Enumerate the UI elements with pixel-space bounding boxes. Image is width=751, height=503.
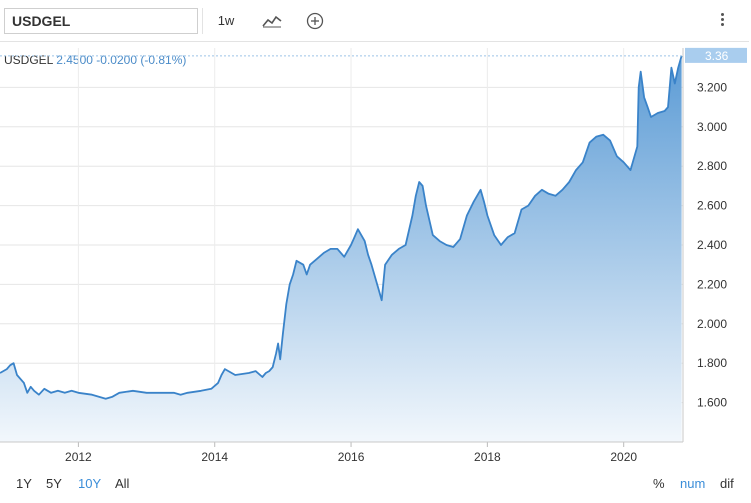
y-tick-label: 2.600 — [697, 199, 727, 213]
y-tick-label: 3.200 — [697, 80, 727, 94]
x-tick-label: 2020 — [610, 450, 637, 464]
interval-button[interactable]: 1w — [210, 8, 242, 34]
chart-toolbar: USDGEL 1w — [0, 0, 749, 42]
y-tick-label: 1.800 — [697, 356, 727, 370]
y-tick-label: 2.800 — [697, 159, 727, 173]
series-area — [0, 55, 682, 443]
x-tick-label: 2014 — [201, 450, 228, 464]
scale-num-button[interactable]: num — [680, 476, 705, 491]
y-tick-label: 2.000 — [697, 317, 727, 331]
price-chart[interactable]: 1.600 1.800 2.000 2.200 2.400 2.600 2.800 3.000… — [0, 44, 751, 469]
y-tick-label: 1.600 — [697, 396, 727, 410]
range-selector: 1Y 5Y 10Y All % num dif — [0, 470, 751, 503]
range-button-1y[interactable]: 1Y — [16, 476, 32, 491]
y-tick-label: 3.000 — [697, 120, 727, 134]
toolbar-divider — [202, 8, 203, 34]
y-tick-label: 2.200 — [697, 277, 727, 291]
plus-circle-icon — [306, 12, 324, 30]
x-tick-label: 2018 — [474, 450, 501, 464]
last-price-label: 3.36 — [705, 49, 729, 63]
symbol-input[interactable]: USDGEL — [4, 8, 198, 34]
range-button-all[interactable]: All — [115, 476, 129, 491]
x-tick-label: 2012 — [65, 450, 92, 464]
vertical-dots-icon[interactable] — [719, 11, 725, 31]
line-chart-icon — [262, 15, 282, 28]
chart-type-button[interactable] — [256, 8, 288, 34]
scale-dif-button[interactable]: dif — [720, 476, 734, 491]
compare-button[interactable] — [300, 8, 330, 34]
x-tick-label: 2016 — [338, 450, 365, 464]
range-button-10y[interactable]: 10Y — [78, 476, 101, 491]
chart-area[interactable]: 1.600 1.800 2.000 2.200 2.400 2.600 2.800 3.000… — [0, 44, 751, 469]
y-tick-label: 2.400 — [697, 238, 727, 252]
range-button-5y[interactable]: 5Y — [46, 476, 62, 491]
scale-percent-button[interactable]: % — [653, 476, 665, 491]
